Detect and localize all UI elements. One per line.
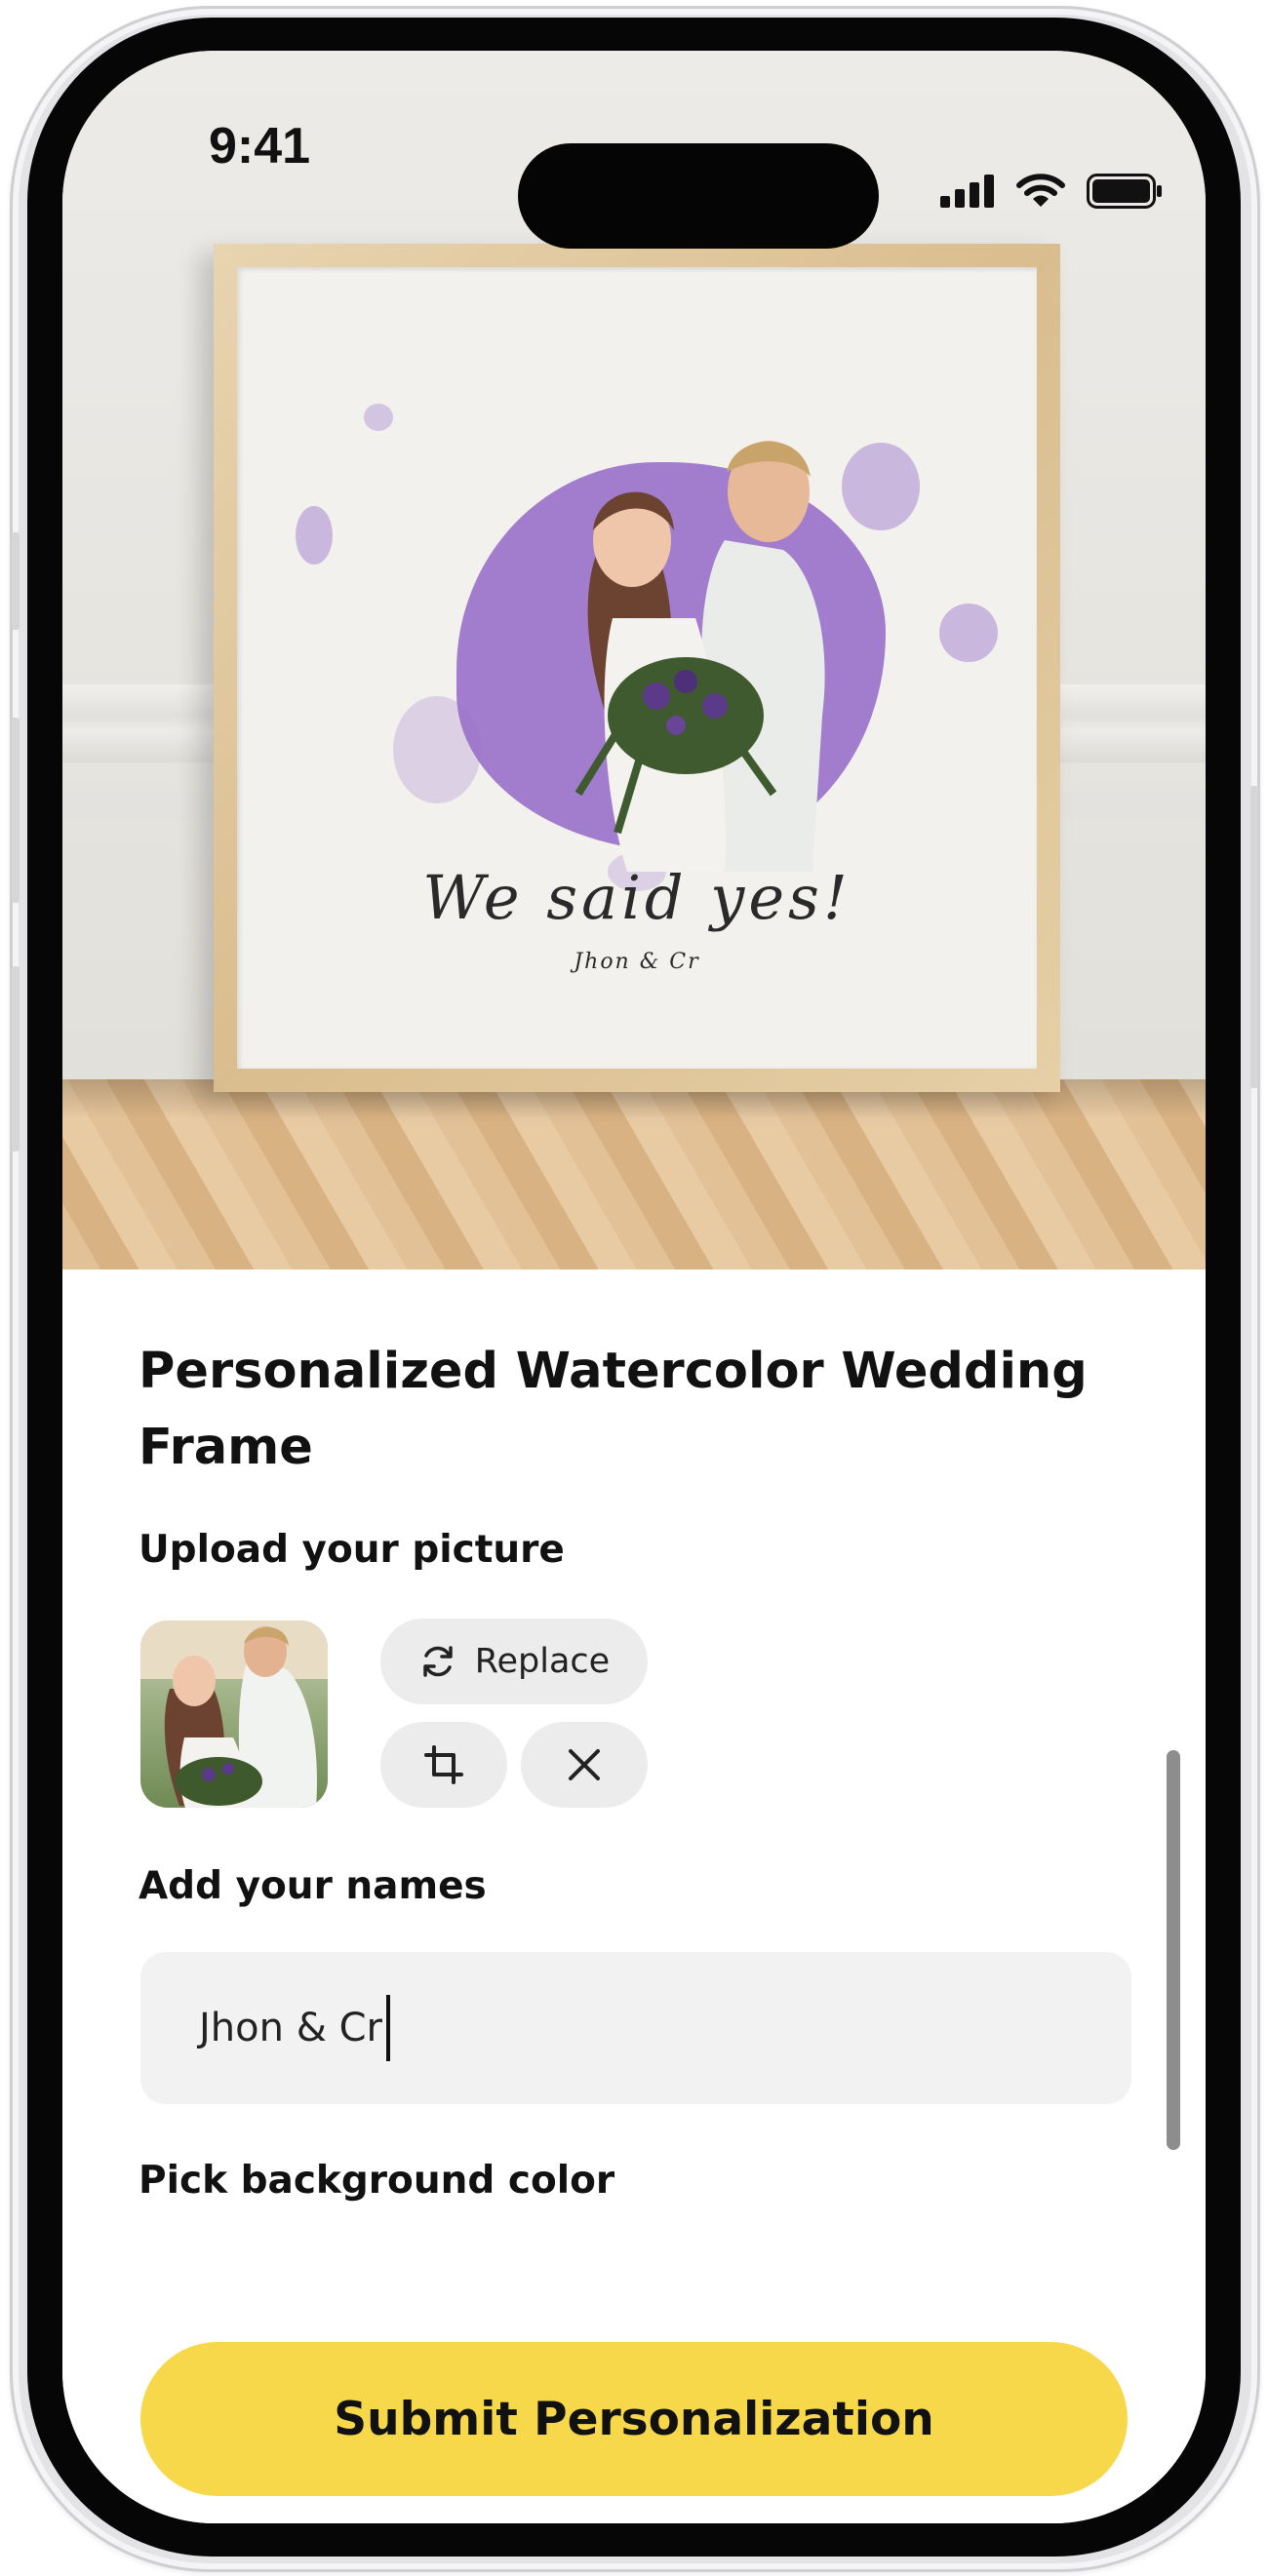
volume-down-button (12, 966, 20, 1151)
cellular-signal-icon (940, 175, 994, 208)
wifi-icon (1016, 174, 1065, 207)
remove-photo-button[interactable] (521, 1722, 648, 1808)
frame-names-caption: Jhon & Cr (574, 950, 700, 974)
upload-label: Upload your picture (139, 1528, 565, 1572)
personalization-panel: Personalized Watercolor Wedding Frame Up… (62, 1269, 1206, 2523)
action-button (12, 532, 20, 630)
uploaded-photo-thumbnail[interactable] (140, 1620, 328, 1808)
text-cursor (385, 1995, 390, 2061)
product-title: Personalized Watercolor Wedding Frame (139, 1343, 1088, 1476)
submit-personalization-button[interactable]: Submit Personalization (140, 2342, 1128, 2496)
volume-up-button (12, 718, 20, 903)
battery-icon (1087, 174, 1162, 209)
dynamic-island (518, 143, 879, 249)
background-color-label: Pick background color (139, 2159, 615, 2203)
replace-button[interactable]: Replace (380, 1619, 648, 1704)
watercolor-splash (364, 404, 393, 431)
crop-icon (424, 1745, 463, 1784)
photo-thumbnail-image (140, 1620, 328, 1808)
close-icon (569, 1749, 600, 1780)
picture-frame: We said yes! Jhon & Cr (214, 244, 1060, 1092)
frame-caption: We said yes! (422, 862, 852, 933)
names-input-value: Jhon & Cr (199, 2006, 382, 2050)
scrollbar[interactable] (1167, 1750, 1180, 2150)
submit-button-label: Submit Personalization (334, 2392, 934, 2446)
crop-button[interactable] (380, 1722, 507, 1808)
watercolor-splash (393, 696, 481, 803)
status-time: 9:41 (209, 118, 311, 175)
status-icons (940, 174, 1163, 209)
watercolor-splash (296, 506, 333, 565)
replace-button-label: Replace (474, 1642, 611, 1681)
phone-screen: We said yes! Jhon & Cr 9:41 Personalized… (62, 51, 1206, 2523)
frame-mat: We said yes! Jhon & Cr (237, 267, 1037, 1069)
couple-illustration (575, 441, 825, 872)
refresh-icon (423, 1646, 453, 1677)
watercolor-splash (939, 604, 998, 662)
power-button (1250, 786, 1258, 1088)
names-label: Add your names (139, 1864, 487, 1908)
watercolor-splash (842, 443, 920, 530)
names-input[interactable]: Jhon & Cr (140, 1952, 1131, 2104)
